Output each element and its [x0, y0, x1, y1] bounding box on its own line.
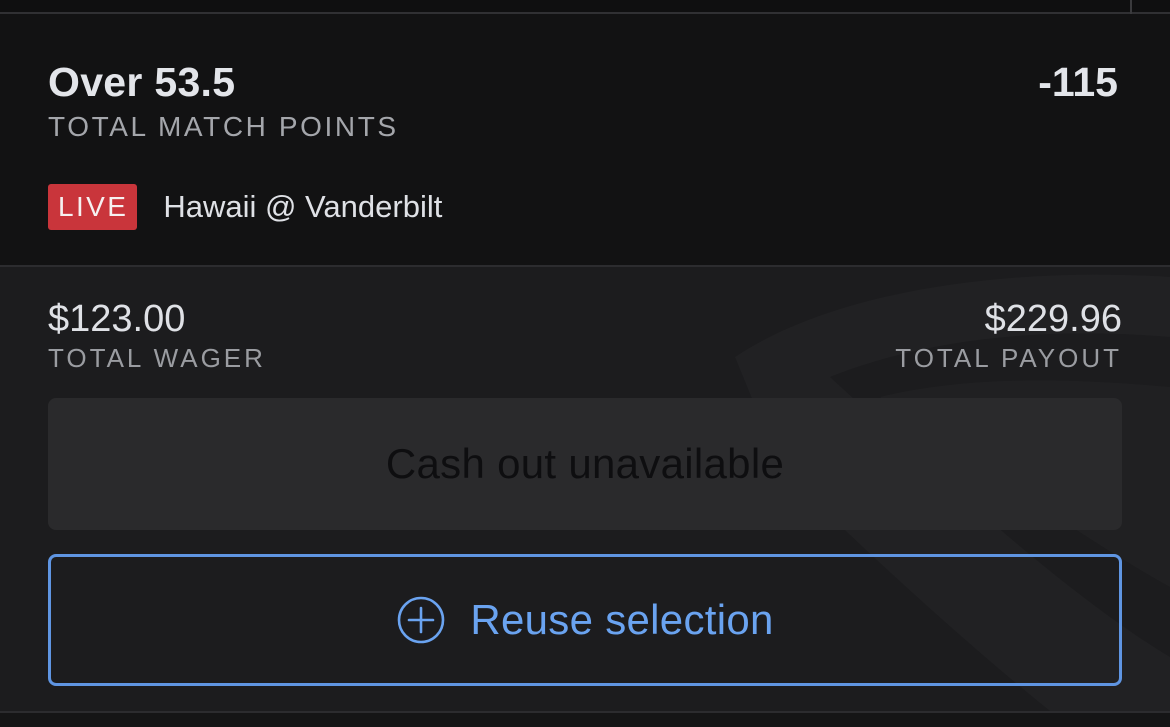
top-divider-corner [1130, 0, 1132, 14]
selection-odds: -115 [1038, 59, 1118, 105]
selection-title: Over 53.5 [48, 59, 236, 105]
reuse-selection-label: Reuse selection [470, 596, 774, 643]
selection-card[interactable]: Over 53.5 -115 TOTAL MATCH POINTS LIVE H… [0, 14, 1170, 267]
market-label: TOTAL MATCH POINTS [48, 111, 399, 142]
reuse-selection-button[interactable]: Reuse selection [48, 554, 1122, 686]
wager-panel: $123.00 TOTAL WAGER $229.96 TOTAL PAYOUT… [0, 267, 1170, 711]
total-payout-amount: $229.96 [984, 298, 1122, 340]
total-wager-label: TOTAL WAGER [48, 343, 266, 373]
event-row: LIVE Hawaii @ Vanderbilt [48, 184, 442, 230]
cash-out-label: Cash out unavailable [385, 440, 785, 487]
bottom-divider [0, 711, 1170, 727]
live-badge: LIVE [48, 184, 138, 230]
total-wager-amount: $123.00 [48, 298, 186, 340]
plus-circle-icon [398, 596, 445, 644]
top-divider [0, 0, 1170, 14]
cash-out-button: Cash out unavailable [48, 398, 1122, 530]
total-payout-label: TOTAL PAYOUT [895, 343, 1122, 373]
event-name[interactable]: Hawaii @ Vanderbilt [163, 184, 442, 230]
bet-slip: Over 53.5 -115 TOTAL MATCH POINTS LIVE H… [0, 0, 1170, 727]
